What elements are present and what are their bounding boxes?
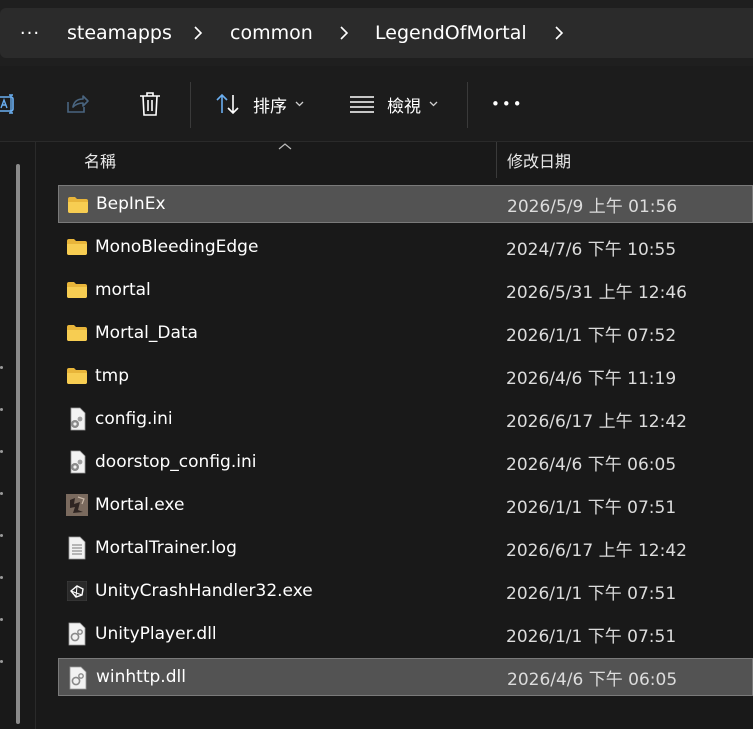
- file-modified-date: 2026/1/1 下午 07:52: [506, 325, 677, 346]
- text-file-icon: [65, 529, 89, 567]
- nav-expander-icon[interactable]: [0, 660, 3, 663]
- file-name: UnityPlayer.dll: [95, 624, 217, 644]
- file-row[interactable]: tmp 2026/4/6 下午 11:19: [58, 357, 753, 395]
- nav-expander-icon[interactable]: [0, 366, 3, 369]
- file-modified-date: 2026/4/6 下午 11:19: [506, 368, 677, 389]
- file-row[interactable]: Mortal_Data 2026/1/1 下午 07:52: [58, 314, 753, 352]
- file-row[interactable]: UnityCrashHandler32.exe 2026/1/1 下午 07:51: [58, 572, 753, 610]
- column-divider[interactable]: [496, 142, 497, 178]
- file-row[interactable]: MonoBleedingEdge 2024/7/6 下午 10:55: [58, 228, 753, 266]
- file-modified-date: 2026/5/31 上午 12:46: [506, 282, 687, 303]
- config-file-icon: [65, 443, 89, 481]
- sort-icon: [216, 93, 239, 115]
- file-name: doorstop_config.ini: [95, 452, 257, 472]
- file-row[interactable]: doorstop_config.ini 2026/4/6 下午 06:05: [58, 443, 753, 481]
- chevron-right-icon[interactable]: [551, 8, 567, 58]
- dll-file-icon: [66, 659, 90, 697]
- delete-button[interactable]: [138, 66, 164, 142]
- file-modified-date: 2026/1/1 下午 07:51: [506, 626, 677, 647]
- view-list-icon: [350, 96, 374, 113]
- column-header-name[interactable]: 名稱: [84, 142, 116, 178]
- file-name: mortal: [95, 280, 151, 300]
- dll-file-icon: [65, 615, 89, 653]
- sort-ascending-icon: [278, 143, 292, 150]
- rename-icon: [0, 94, 14, 114]
- address-bar: ··· steamapps common LegendOfMortal: [0, 0, 753, 66]
- address-more-button[interactable]: ···: [18, 8, 42, 58]
- file-modified-date: 2026/5/9 上午 01:56: [507, 196, 678, 217]
- folder-icon: [65, 314, 89, 352]
- column-header-date[interactable]: 修改日期: [507, 142, 571, 178]
- config-file-icon: [65, 400, 89, 438]
- file-name: MortalTrainer.log: [95, 538, 237, 558]
- see-more-button[interactable]: •••: [491, 66, 524, 142]
- rename-button[interactable]: [0, 66, 26, 142]
- file-modified-date: 2026/1/1 下午 07:51: [506, 497, 677, 518]
- file-name: Mortal.exe: [95, 495, 185, 515]
- file-row[interactable]: mortal 2026/5/31 上午 12:46: [58, 271, 753, 309]
- sort-button[interactable]: 排序: [215, 66, 304, 142]
- file-name: UnityCrashHandler32.exe: [95, 581, 313, 601]
- file-modified-date: 2026/4/6 下午 06:05: [507, 669, 678, 690]
- folder-icon: [65, 357, 89, 395]
- share-button[interactable]: [64, 66, 94, 142]
- file-name: winhttp.dll: [96, 667, 186, 687]
- folder-icon: [66, 186, 90, 224]
- view-label: 檢視: [387, 96, 421, 117]
- command-bar: 排序 檢視 •••: [0, 66, 753, 142]
- breadcrumb-legendofmortal[interactable]: LegendOfMortal: [375, 8, 527, 58]
- file-modified-date: 2024/7/6 下午 10:55: [506, 239, 677, 260]
- nav-expander-icon[interactable]: [0, 492, 3, 495]
- file-name: tmp: [95, 366, 130, 386]
- sort-label: 排序: [253, 96, 287, 117]
- file-modified-date: 2026/6/17 上午 12:42: [506, 540, 687, 561]
- unity-icon: [65, 572, 89, 610]
- file-name: BepInEx: [96, 194, 166, 214]
- file-row[interactable]: UnityPlayer.dll 2026/1/1 下午 07:51: [58, 615, 753, 653]
- file-modified-date: 2026/1/1 下午 07:51: [506, 583, 677, 604]
- breadcrumb-common[interactable]: common: [230, 8, 313, 58]
- file-row[interactable]: MortalTrainer.log 2026/6/17 上午 12:42: [58, 529, 753, 567]
- toolbar-separator: [467, 82, 468, 128]
- file-modified-date: 2026/4/6 下午 06:05: [506, 454, 677, 475]
- nav-expander-icon[interactable]: [0, 576, 3, 579]
- share-icon: [67, 95, 89, 113]
- file-row[interactable]: Mortal.exe 2026/1/1 下午 07:51: [58, 486, 753, 524]
- folder-icon: [65, 228, 89, 266]
- trash-icon: [140, 92, 160, 116]
- breadcrumb-steamapps[interactable]: steamapps: [67, 8, 172, 58]
- file-name: MonoBleedingEdge: [95, 237, 259, 257]
- toolbar-separator: [190, 82, 191, 128]
- chevron-right-icon[interactable]: [190, 8, 206, 58]
- nav-expander-icon[interactable]: [0, 450, 3, 453]
- application-icon: [65, 486, 89, 524]
- folder-icon: [65, 271, 89, 309]
- navigation-scrollbar[interactable]: [16, 164, 20, 724]
- chevron-down-icon: [295, 101, 304, 107]
- column-header: 名稱 修改日期: [36, 142, 753, 178]
- chevron-right-icon[interactable]: [336, 8, 352, 58]
- view-button[interactable]: 檢視: [349, 66, 438, 142]
- chevron-down-icon: [429, 101, 438, 107]
- file-row[interactable]: winhttp.dll 2026/4/6 下午 06:05: [58, 658, 753, 696]
- file-row[interactable]: config.ini 2026/6/17 上午 12:42: [58, 400, 753, 438]
- file-name: Mortal_Data: [95, 323, 198, 343]
- file-row[interactable]: BepInEx 2026/5/9 上午 01:56: [58, 185, 753, 223]
- nav-expander-icon[interactable]: [0, 534, 3, 537]
- nav-expander-icon[interactable]: [0, 408, 3, 411]
- nav-expander-icon[interactable]: [0, 618, 3, 621]
- file-name: config.ini: [95, 409, 173, 429]
- file-modified-date: 2026/6/17 上午 12:42: [506, 411, 687, 432]
